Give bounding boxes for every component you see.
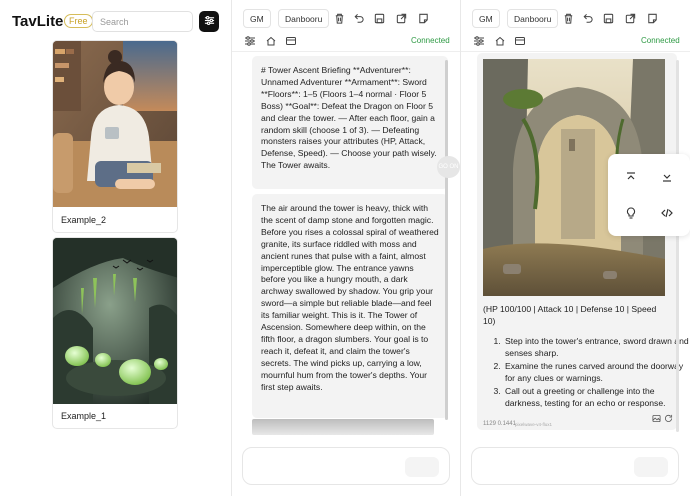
message-text: # Tower Ascent Briefing **Adventurer**: …: [261, 65, 437, 171]
trash-icon[interactable]: [562, 12, 575, 25]
app-root: TavLite Free Search Example_2 Example_1 …: [0, 0, 690, 496]
message-bubble: # Tower Ascent Briefing **Adventurer**: …: [252, 56, 448, 189]
message-bubble: (HP 100/100 | Attack 10 | Defense 10 | S…: [477, 53, 689, 430]
image-icon[interactable]: [285, 34, 297, 46]
choice-item[interactable]: Step into the tower's entrance, sword dr…: [503, 336, 689, 360]
sliders-icon[interactable]: [244, 34, 256, 46]
model-selector[interactable]: GM: [472, 9, 500, 28]
chat-subtoolbar: Connected: [232, 34, 460, 48]
model-selector[interactable]: GM: [243, 9, 271, 28]
character-sidebar: TavLite Free Search Example_2 Example_1: [0, 0, 231, 496]
message-text: The air around the tower is heavy, thick…: [261, 203, 439, 392]
choice-item[interactable]: Call out a greeting or challenge into th…: [503, 386, 689, 410]
image-placeholder: [252, 419, 434, 435]
save-icon[interactable]: [602, 12, 615, 25]
chat-subtoolbar: Connected: [461, 34, 690, 48]
note-icon[interactable]: [646, 12, 659, 25]
undo-icon[interactable]: [352, 12, 365, 25]
choice-list: Step into the tower's entrance, sword dr…: [503, 336, 689, 410]
connection-status: Connected: [411, 36, 450, 45]
external-link-icon[interactable]: [395, 12, 408, 25]
scroll-top-icon[interactable]: [624, 170, 638, 184]
image-meta: 1129 0.1441: [483, 421, 516, 427]
image-edit-icon[interactable]: [652, 410, 661, 428]
scrollbar[interactable]: [676, 60, 679, 432]
character-name: Example_2: [61, 215, 107, 225]
preset-selector[interactable]: Danbooru: [278, 9, 330, 28]
home-icon[interactable]: [494, 34, 506, 46]
search-input[interactable]: [92, 11, 193, 32]
trash-icon[interactable]: [333, 12, 346, 25]
sliders-icon: [204, 13, 215, 31]
undo-icon[interactable]: [581, 12, 594, 25]
code-icon[interactable]: [660, 206, 674, 220]
quick-action-menu: [608, 154, 690, 236]
header-divider: [232, 51, 460, 52]
image-model-tag: pixelwave-v4-flux1: [515, 422, 553, 427]
save-icon[interactable]: [373, 12, 386, 25]
chat-toolbar: GM Danbooru: [461, 9, 690, 29]
image-icon[interactable]: [514, 34, 526, 46]
app-brand: TavLite: [12, 13, 64, 30]
chat-panel: GM Danbooru: [461, 0, 690, 496]
chat-toolbar: GM Danbooru: [232, 9, 460, 29]
message-input[interactable]: [242, 447, 450, 485]
character-portrait-image: [53, 238, 177, 404]
header-divider: [461, 51, 690, 52]
scrollbar[interactable]: [445, 60, 448, 420]
home-icon[interactable]: [265, 34, 277, 46]
character-card[interactable]: Example_2: [52, 40, 178, 233]
preset-selector[interactable]: Danbooru: [507, 9, 559, 28]
sliders-icon[interactable]: [473, 34, 485, 46]
external-link-icon[interactable]: [624, 12, 637, 25]
lightbulb-icon[interactable]: [624, 206, 638, 220]
connection-status: Connected: [641, 36, 680, 45]
stats-line: (HP 100/100 | Attack 10 | Defense 10 | S…: [483, 304, 657, 326]
scroll-bottom-icon[interactable]: [660, 170, 674, 184]
message-bubble: The air around the tower is heavy, thick…: [252, 194, 448, 418]
note-icon[interactable]: [417, 12, 430, 25]
refresh-icon[interactable]: [664, 410, 673, 428]
send-button[interactable]: [405, 457, 439, 477]
character-card[interactable]: Example_1: [52, 237, 178, 429]
send-button[interactable]: [634, 457, 668, 477]
character-portrait-image: [53, 41, 177, 207]
message-input[interactable]: [471, 447, 679, 485]
filter-button[interactable]: [199, 11, 219, 32]
plan-badge: Free: [64, 14, 93, 28]
choice-item[interactable]: Examine the runes carved around the door…: [503, 361, 689, 385]
chat-panel: GM Danbooru: [232, 0, 460, 496]
go-on-button[interactable]: GO ON: [437, 156, 460, 178]
character-name: Example_1: [61, 411, 107, 421]
